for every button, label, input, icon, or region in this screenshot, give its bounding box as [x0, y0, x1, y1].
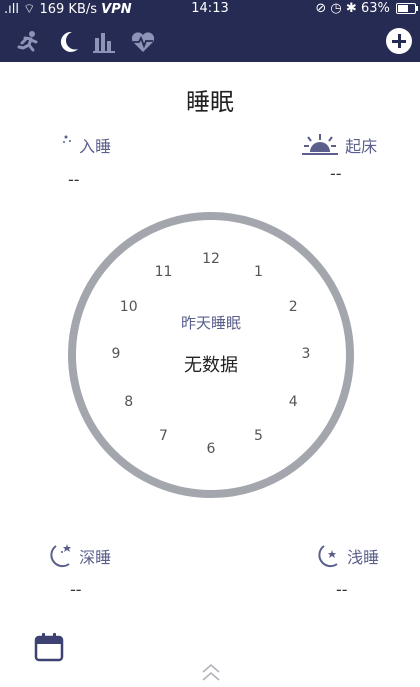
battery-icon — [396, 3, 418, 14]
alarm-icon: ◷ — [330, 1, 342, 16]
moon-stars-icon — [51, 135, 71, 154]
status-right: ⊘ ◷ ✱ 63% — [315, 1, 418, 16]
battery-percent: 63% — [360, 1, 390, 16]
light-sleep-label: 浅睡 — [347, 548, 380, 567]
moon-icon[interactable] — [56, 30, 82, 54]
expand-up-button[interactable] — [200, 663, 222, 683]
heart-rate-icon[interactable] — [130, 30, 156, 54]
status-bar: .ıll ⌔ 169 KB/s VPN 14:13 ⊘ ◷ ✱ 63% — [0, 0, 420, 20]
deep-sleep-icon — [50, 544, 71, 568]
clock-number-12: 12 — [202, 251, 220, 267]
sleep-time-value: -- — [68, 170, 80, 189]
top-toolbar — [0, 20, 420, 62]
clock-subtitle: 昨天睡眠 — [180, 314, 241, 332]
chevron-up-icon — [202, 664, 220, 681]
light-sleep-value: -- — [336, 580, 348, 599]
clock-number-4: 4 — [288, 393, 298, 410]
clock-number-1: 1 — [254, 263, 263, 280]
deep-sleep-value: -- — [70, 580, 82, 599]
clock-number-9: 9 — [111, 346, 121, 362]
calendar-button[interactable] — [34, 632, 64, 662]
clock-number-2: 2 — [288, 298, 298, 315]
wake-time-label: 起床 — [345, 137, 378, 156]
wake-time-value: -- — [330, 164, 342, 183]
sunrise-icon — [302, 134, 338, 155]
sleep-time-label: 入睡 — [79, 137, 112, 156]
clock-number-3: 3 — [301, 346, 311, 362]
mute-icon: ⊘ — [315, 1, 327, 16]
running-icon[interactable] — [14, 30, 40, 54]
bluetooth-icon: ✱ — [345, 1, 357, 16]
battery-fill — [398, 5, 408, 12]
sleep-time-stat: 入睡 -- — [44, 132, 112, 189]
page-title: 睡眠 — [186, 88, 234, 116]
bar-chart-icon[interactable] — [92, 30, 118, 54]
light-sleep-icon — [318, 545, 338, 568]
light-sleep-stat: 浅睡 -- — [312, 542, 380, 599]
deep-sleep-label: 深睡 — [79, 548, 112, 567]
clock-number-11: 11 — [154, 263, 173, 280]
deep-sleep-stat: 深睡 -- — [44, 542, 112, 599]
clock-number-6: 6 — [206, 441, 216, 457]
clock-number-5: 5 — [254, 428, 263, 445]
clock-number-7: 7 — [159, 428, 168, 445]
sleep-clock: 昨天睡眠 无数据 12 1 2 3 4 5 6 7 8 9 10 11 — [68, 212, 354, 498]
calendar-icon — [34, 633, 64, 662]
clock-number-10: 10 — [119, 298, 138, 315]
add-button[interactable] — [386, 28, 412, 54]
wake-time-stat: 起床 -- — [300, 132, 378, 183]
clock-number-8: 8 — [124, 393, 134, 410]
